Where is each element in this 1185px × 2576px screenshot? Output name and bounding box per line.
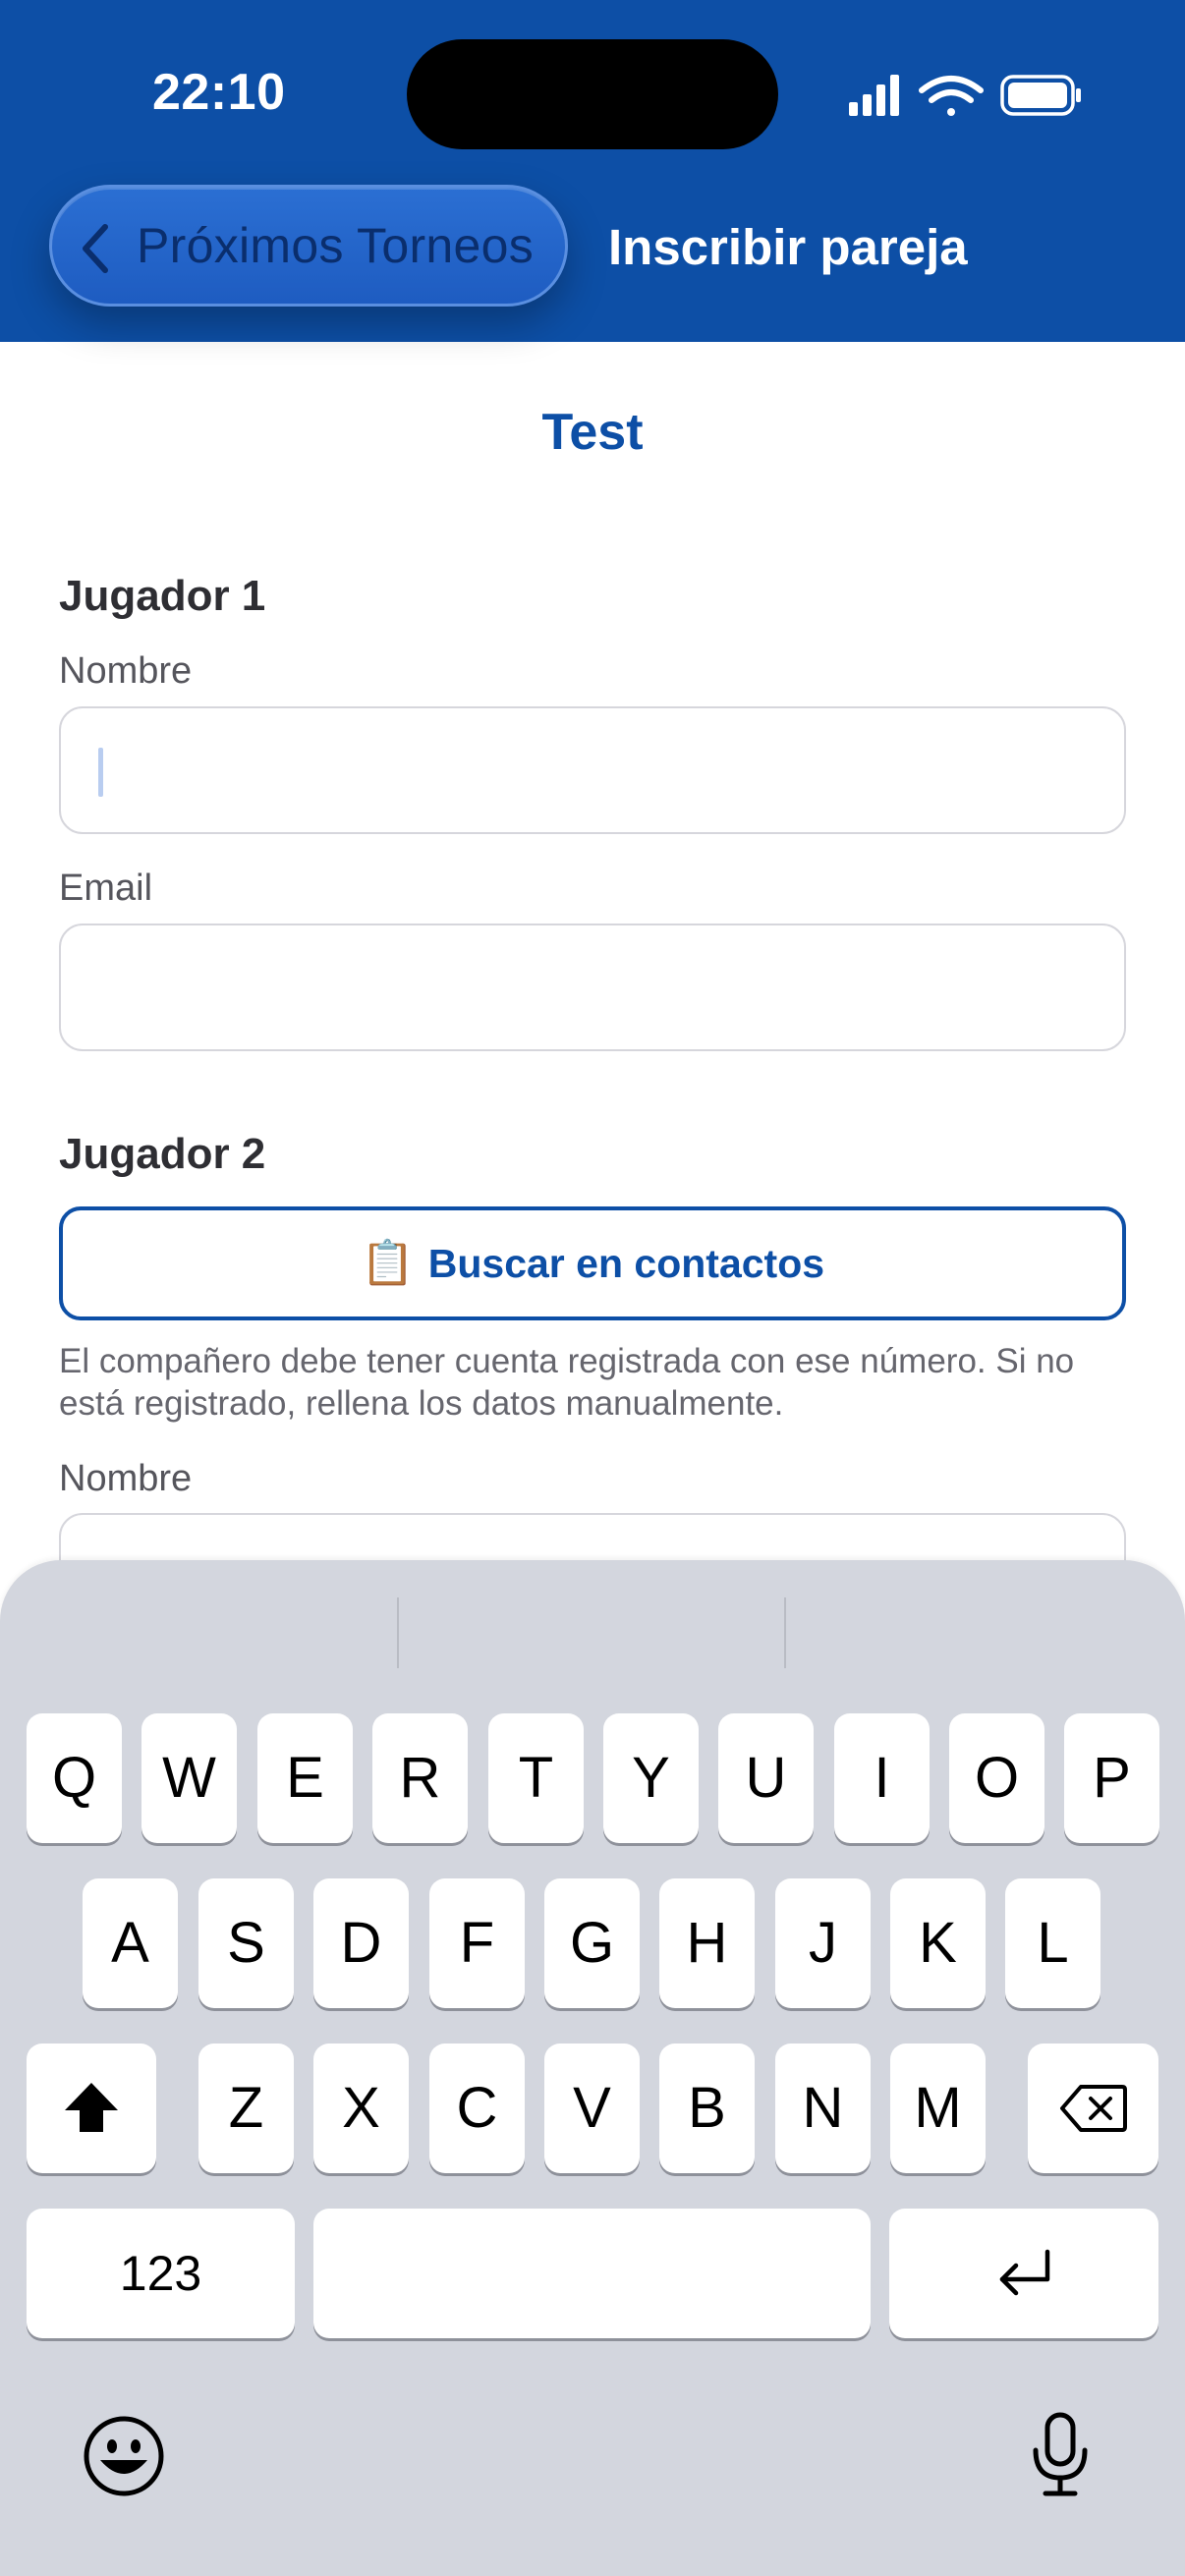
shift-key[interactable] <box>27 2044 156 2173</box>
key-o[interactable]: O <box>949 1713 1044 1843</box>
back-button-label: Próximos Torneos <box>137 218 535 273</box>
wifi-icon <box>919 76 984 116</box>
microphone-icon <box>1028 2412 1093 2503</box>
key-f[interactable]: F <box>429 1878 525 2008</box>
key-y[interactable]: Y <box>603 1713 699 1843</box>
delete-icon <box>1028 2044 1158 2134</box>
key-e[interactable]: E <box>257 1713 353 1843</box>
key-c[interactable]: C <box>429 2044 525 2173</box>
player1-email-label: Email <box>59 868 153 909</box>
shift-icon <box>27 2044 156 2138</box>
key-g[interactable]: G <box>544 1878 640 2008</box>
key-n[interactable]: N <box>775 2044 871 2173</box>
key-u[interactable]: U <box>718 1713 814 1843</box>
chevron-left-icon <box>76 221 115 281</box>
key-a[interactable]: A <box>83 1878 178 2008</box>
key-j[interactable]: J <box>775 1878 871 2008</box>
key-t[interactable]: T <box>488 1713 584 1843</box>
player2-heading: Jugador 2 <box>59 1130 266 1178</box>
delete-key[interactable] <box>1028 2044 1158 2173</box>
key-i[interactable]: I <box>834 1713 930 1843</box>
key-s[interactable]: S <box>198 1878 294 2008</box>
back-button[interactable]: Próximos Torneos <box>49 185 568 307</box>
player2-helper-text: El compañero debe tener cuenta registrad… <box>59 1342 1075 1423</box>
battery-icon <box>1000 75 1081 116</box>
key-p[interactable]: P <box>1064 1713 1159 1843</box>
tournament-name: Test <box>541 404 644 461</box>
key-k[interactable]: K <box>890 1878 986 2008</box>
suggestion-divider <box>397 1597 399 1668</box>
text-caret <box>98 748 103 797</box>
cellular-signal-icon <box>849 75 899 116</box>
key-d[interactable]: D <box>313 1878 409 2008</box>
key-v[interactable]: V <box>544 2044 640 2173</box>
dynamic-island <box>407 39 778 149</box>
player1-heading: Jugador 1 <box>59 572 266 620</box>
dictation-button[interactable] <box>1028 2411 1093 2504</box>
key-x[interactable]: X <box>313 2044 409 2173</box>
return-icon <box>889 2209 1158 2301</box>
navigation-header: 22:10 Próximos Torneos Inscribir pareja <box>0 0 1185 342</box>
keyboard: Q W E R T Y U I O P A S D F G H J K L Z … <box>0 1560 1185 2576</box>
search-contacts-label: Buscar en contactos <box>427 1241 825 1286</box>
return-key[interactable] <box>889 2209 1158 2338</box>
player2-name-label: Nombre <box>59 1458 193 1499</box>
key-r[interactable]: R <box>372 1713 468 1843</box>
numbers-key[interactable]: 123 <box>27 2209 295 2338</box>
status-icons <box>847 73 1083 125</box>
search-contacts-button[interactable]: 📋 Buscar en contactos <box>59 1206 1126 1320</box>
emoji-icon <box>83 2416 165 2501</box>
player1-name-input[interactable] <box>59 706 1126 834</box>
player1-email-input[interactable] <box>59 924 1126 1051</box>
clipboard-icon: 📋 <box>360 1239 415 1287</box>
emoji-button[interactable] <box>83 2415 165 2502</box>
status-time: 22:10 <box>152 64 286 121</box>
player1-name-label: Nombre <box>59 650 193 692</box>
key-b[interactable]: B <box>659 2044 755 2173</box>
space-key[interactable] <box>313 2209 871 2338</box>
key-w[interactable]: W <box>141 1713 237 1843</box>
key-m[interactable]: M <box>890 2044 986 2173</box>
key-q[interactable]: Q <box>27 1713 122 1843</box>
suggestion-divider <box>784 1597 786 1668</box>
page-title: Inscribir pareja <box>608 219 968 275</box>
key-l[interactable]: L <box>1005 1878 1100 2008</box>
key-z[interactable]: Z <box>198 2044 294 2173</box>
key-h[interactable]: H <box>659 1878 755 2008</box>
